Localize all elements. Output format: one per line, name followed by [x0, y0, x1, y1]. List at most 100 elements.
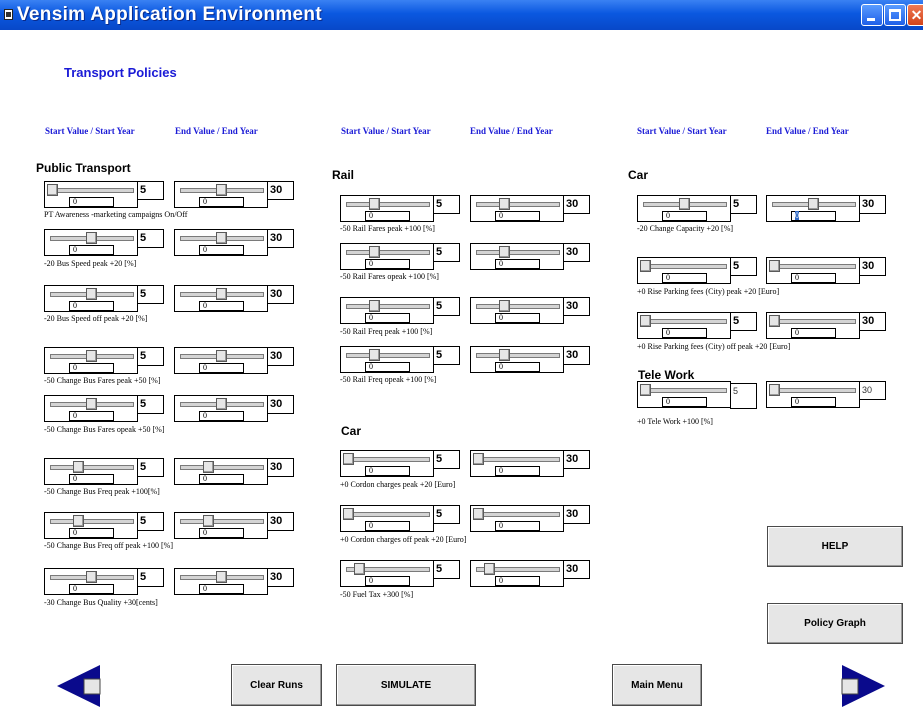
slider-start-bus-speed-peak[interactable]: 0 5 [44, 229, 164, 256]
value-input[interactable]: 0 [69, 411, 114, 421]
value-input[interactable]: 0 [365, 313, 410, 323]
simulate-button[interactable]: SIMULATE [336, 664, 476, 706]
slider-start-parking-peak[interactable]: 0 5 [637, 257, 757, 284]
slider-end-cordon-peak[interactable]: 0 30 [470, 450, 590, 477]
slider-start-bus-freq-off[interactable]: 0 5 [44, 512, 164, 539]
value-input[interactable]: 0 [662, 397, 707, 407]
value-input[interactable]: 0 [791, 397, 836, 407]
close-button[interactable]: ✕ [907, 4, 923, 26]
slider-end-bus-freq-peak[interactable]: 0 30 [174, 458, 294, 485]
value-input[interactable]: 0 [495, 362, 540, 372]
slider-thumb[interactable] [216, 184, 227, 196]
slider-thumb[interactable] [73, 461, 84, 473]
value-input[interactable]: 0 [199, 245, 244, 255]
slider-thumb[interactable] [369, 349, 380, 361]
slider-thumb[interactable] [369, 246, 380, 258]
slider-thumb[interactable] [216, 398, 227, 410]
slider-thumb[interactable] [769, 315, 780, 327]
slider-thumb[interactable] [808, 198, 819, 210]
slider-thumb[interactable] [473, 453, 484, 465]
slider-thumb[interactable] [354, 563, 365, 575]
slider-thumb[interactable] [369, 198, 380, 210]
value-input[interactable]: 0 [365, 211, 410, 221]
slider-end-bus-speed-peak[interactable]: 0 30 [174, 229, 294, 256]
value-input[interactable]: 0 [199, 528, 244, 538]
slider-thumb[interactable] [769, 384, 780, 396]
slider-thumb[interactable] [343, 508, 354, 520]
slider-thumb[interactable] [499, 349, 510, 361]
value-input[interactable]: 0 [69, 528, 114, 538]
slider-start-bus-freq-peak[interactable]: 0 5 [44, 458, 164, 485]
slider-end-change-capacity[interactable]: 0 30 [766, 195, 886, 222]
value-input[interactable]: 0 [495, 521, 540, 531]
slider-thumb[interactable] [640, 384, 651, 396]
slider-start-fuel-tax[interactable]: 0 5 [340, 560, 460, 587]
slider-end-rail-fares-peak[interactable]: 0 30 [470, 195, 590, 222]
slider-start-rail-fares-opeak[interactable]: 0 5 [340, 243, 460, 270]
value-input[interactable]: 0 [662, 273, 707, 283]
next-arrow-button[interactable] [840, 665, 885, 707]
value-input[interactable]: 0 [199, 301, 244, 311]
slider-thumb[interactable] [679, 198, 690, 210]
value-input[interactable]: 0 [365, 521, 410, 531]
value-input[interactable]: 0 [199, 474, 244, 484]
value-input[interactable]: 0 [69, 245, 114, 255]
value-input[interactable]: 0 [199, 584, 244, 594]
slider-start-cordon-peak[interactable]: 0 5 [340, 450, 460, 477]
slider-thumb[interactable] [769, 260, 780, 272]
value-input[interactable]: 0 [791, 211, 836, 221]
value-input[interactable]: 0 [69, 363, 114, 373]
slider-end-bus-quality[interactable]: 0 30 [174, 568, 294, 595]
slider-start-rail-freq-opeak[interactable]: 0 5 [340, 346, 460, 373]
slider-thumb[interactable] [86, 571, 97, 583]
slider-thumb[interactable] [640, 260, 651, 272]
value-input[interactable]: 0 [495, 576, 540, 586]
slider-end-parking-peak[interactable]: 0 30 [766, 257, 886, 284]
slider-end-pt-awareness[interactable]: 0 30 [174, 181, 294, 208]
slider-end-tele-work[interactable]: 0 30 [766, 381, 886, 408]
slider-thumb[interactable] [369, 300, 380, 312]
value-input[interactable]: 0 [69, 197, 114, 207]
slider-thumb[interactable] [73, 515, 84, 527]
slider-end-rail-freq-opeak[interactable]: 0 30 [470, 346, 590, 373]
slider-end-bus-fares-opeak[interactable]: 0 30 [174, 395, 294, 422]
slider-start-cordon-off[interactable]: 0 5 [340, 505, 460, 532]
slider-start-bus-quality[interactable]: 0 5 [44, 568, 164, 595]
slider-thumb[interactable] [86, 350, 97, 362]
slider-start-tele-work[interactable]: 0 5 [637, 381, 757, 409]
slider-end-bus-fares-peak[interactable]: 0 30 [174, 347, 294, 374]
slider-end-rail-freq-peak[interactable]: 0 30 [470, 297, 590, 324]
value-input[interactable]: 0 [495, 313, 540, 323]
back-arrow-button[interactable] [57, 665, 102, 707]
slider-thumb[interactable] [216, 288, 227, 300]
slider-start-bus-speed-off[interactable]: 0 5 [44, 285, 164, 312]
value-input[interactable]: 0 [791, 273, 836, 283]
slider-thumb[interactable] [473, 508, 484, 520]
slider-thumb[interactable] [640, 315, 651, 327]
value-input[interactable]: 0 [495, 466, 540, 476]
slider-end-bus-speed-off[interactable]: 0 30 [174, 285, 294, 312]
slider-end-rail-fares-opeak[interactable]: 0 30 [470, 243, 590, 270]
value-input[interactable]: 0 [495, 259, 540, 269]
policy-graph-button[interactable]: Policy Graph [767, 603, 903, 644]
value-input[interactable]: 0 [69, 301, 114, 311]
value-input[interactable]: 0 [662, 211, 707, 221]
slider-thumb[interactable] [343, 453, 354, 465]
slider-start-rail-freq-peak[interactable]: 0 5 [340, 297, 460, 324]
slider-thumb[interactable] [86, 232, 97, 244]
slider-thumb[interactable] [86, 288, 97, 300]
slider-start-change-capacity[interactable]: 0 5 [637, 195, 757, 222]
value-input[interactable]: 0 [365, 362, 410, 372]
slider-thumb[interactable] [499, 300, 510, 312]
slider-thumb[interactable] [484, 563, 495, 575]
slider-start-pt-awareness[interactable]: 0 5 [44, 181, 164, 208]
clear-runs-button[interactable]: Clear Runs [231, 664, 322, 706]
slider-thumb[interactable] [216, 350, 227, 362]
slider-start-parking-off[interactable]: 0 5 [637, 312, 757, 339]
slider-end-cordon-off[interactable]: 0 30 [470, 505, 590, 532]
slider-thumb[interactable] [203, 515, 214, 527]
value-input[interactable]: 0 [199, 363, 244, 373]
value-input[interactable]: 0 [199, 197, 244, 207]
help-button[interactable]: HELP [767, 526, 903, 567]
value-input[interactable]: 0 [365, 259, 410, 269]
